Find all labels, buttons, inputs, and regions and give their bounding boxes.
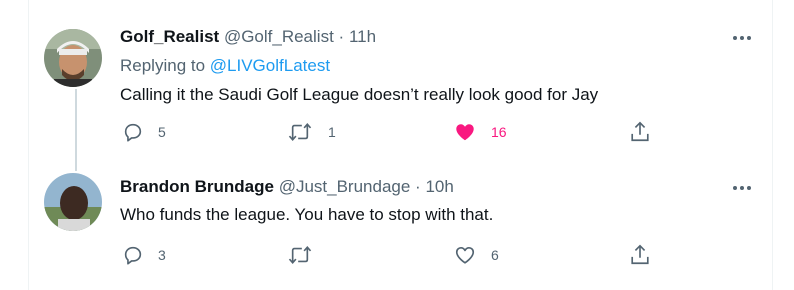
like-icon [456, 124, 474, 141]
display-name[interactable]: Golf_Realist [120, 27, 219, 46]
share-button[interactable] [629, 120, 651, 144]
user-handle[interactable]: @Golf_Realist [224, 27, 334, 46]
like-icon [455, 247, 475, 264]
like-button[interactable]: 6 [454, 243, 499, 267]
like-count: 6 [491, 247, 499, 263]
retweet-icon [288, 245, 312, 265]
replying-to-prefix: Replying to [120, 56, 210, 75]
retweet-icon [288, 122, 312, 142]
share-icon [631, 244, 649, 265]
replying-to: Replying to @LIVGolfLatest [120, 55, 330, 77]
more-icon[interactable] [730, 28, 754, 48]
share-icon [631, 121, 649, 142]
retweet-button[interactable] [288, 243, 326, 267]
tweet-header: Golf_Realist @Golf_Realist · 11h [120, 26, 376, 48]
user-handle[interactable]: @Just_Brundage [279, 177, 411, 196]
avatar[interactable] [44, 29, 102, 87]
separator-dot: · [415, 177, 421, 196]
reply-button[interactable]: 3 [122, 243, 166, 267]
reply-icon [124, 123, 142, 142]
reply-icon [124, 246, 142, 265]
reply-button[interactable]: 5 [122, 120, 166, 144]
separator-dot: · [338, 27, 345, 46]
thread-line [75, 89, 77, 171]
reply-count: 5 [158, 124, 166, 140]
reply-count: 3 [158, 247, 166, 263]
tweet-text: Calling it the Saudi Golf League doesn’t… [120, 85, 599, 104]
timestamp[interactable]: 11h [349, 27, 376, 46]
like-button[interactable]: 16 [454, 120, 507, 144]
avatar[interactable] [44, 173, 102, 231]
retweet-button[interactable]: 1 [288, 120, 336, 144]
share-button[interactable] [629, 243, 651, 267]
tweet-header: Brandon Brundage @Just_Brundage · 10h [120, 176, 454, 198]
more-icon[interactable] [730, 178, 754, 198]
timestamp[interactable]: 10h [425, 177, 453, 196]
retweet-count: 1 [328, 124, 336, 140]
display-name[interactable]: Brandon Brundage [120, 177, 274, 196]
replying-to-link[interactable]: @LIVGolfLatest [210, 56, 330, 75]
tweet-text: Who funds the league. You have to stop w… [120, 205, 494, 224]
like-count: 16 [491, 124, 507, 140]
